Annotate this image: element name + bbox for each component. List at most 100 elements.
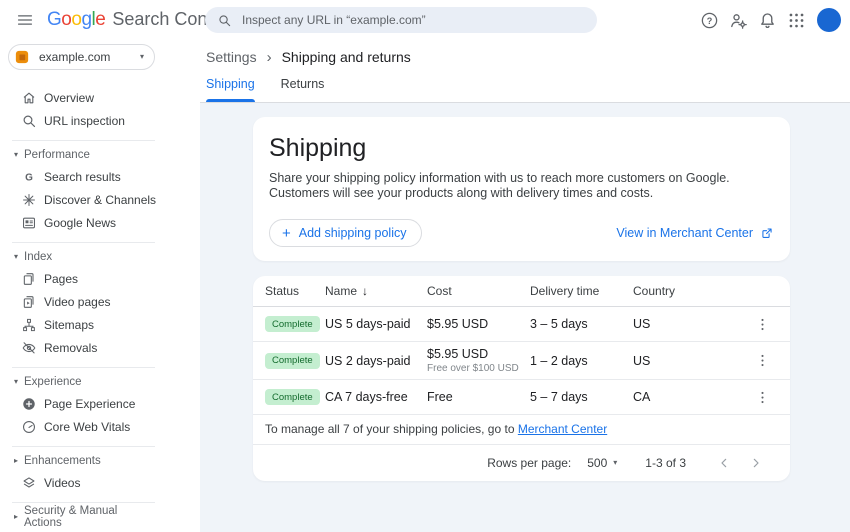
sidebar-section: ▾ Index Pages Video pages Sitemaps Removals [12, 242, 155, 367]
caret-down-icon: ▾ [14, 150, 19, 159]
row-menu-button[interactable] [750, 349, 774, 373]
policy-cost: $5.95 USD Free over $100 USD [427, 347, 530, 374]
sidebar-section-label: Experience [24, 376, 82, 388]
delivery-time: 5 – 7 days [530, 390, 588, 404]
notifications-icon[interactable] [754, 7, 780, 33]
sidebar-item-google-news[interactable]: Google News [0, 211, 200, 234]
column-label: Status [265, 284, 300, 298]
breadcrumb-settings[interactable]: Settings [206, 49, 257, 65]
news-icon [21, 215, 37, 231]
url-inspect-input[interactable] [242, 13, 585, 27]
sidebar-section-experience[interactable]: ▾ Experience [12, 372, 155, 392]
policy-name: CA 7 days-free [325, 390, 408, 404]
merchant-center-footer-link[interactable]: Merchant Center [518, 422, 607, 436]
property-selector[interactable]: example.com ▾ [8, 44, 155, 70]
tab-shipping[interactable]: Shipping [206, 74, 255, 102]
logo-letter: G [47, 9, 62, 30]
sidebar-item-page-experience[interactable]: Page Experience [0, 392, 200, 415]
svg-text:?: ? [706, 15, 712, 25]
sidebar-section-label: Performance [24, 149, 90, 161]
menu-icon[interactable] [12, 7, 38, 33]
table-row: Complete US 5 days-paid $5.95 USD 3 – 5 day… [253, 307, 790, 342]
breadcrumb: Settings › Shipping and returns [200, 40, 850, 74]
property-icon [14, 49, 30, 65]
card-actions: + Add shipping policy View in Merchant C… [269, 219, 774, 247]
policy-cost: Free [427, 390, 453, 404]
sidebar-item-discover-channels[interactable]: Discover & Channels [0, 188, 200, 211]
url-inspect-searchbar[interactable] [205, 7, 597, 33]
sidebar-section-enhancements[interactable]: ▸ Enhancements [12, 451, 155, 471]
row-menu-button[interactable] [750, 385, 774, 409]
sidebar-item-search-results[interactable]: G Search results [0, 165, 200, 188]
sidebar-section-index[interactable]: ▾ Index [12, 247, 155, 267]
description-line-1: Share your shipping policy information w… [269, 171, 730, 185]
table-pagination: Rows per page: 500 ▾ 1-3 of 3 [253, 445, 790, 481]
sitemaps-icon [21, 317, 37, 333]
shipping-card: Shipping Share your shipping policy info… [253, 117, 790, 261]
pagination-range: 1-3 of 3 [645, 456, 686, 470]
sidebar-item-overview[interactable]: Overview [0, 86, 200, 109]
page-title: Shipping [269, 134, 367, 162]
column-header-name[interactable]: Name ↓ [325, 284, 427, 298]
sidebar-section-label: Security & Manual Actions [24, 505, 118, 529]
add-shipping-policy-button[interactable]: + Add shipping policy [269, 219, 423, 247]
topbar-actions: ? [696, 0, 841, 40]
sidebar-section: ▸ Enhancements Videos [12, 446, 155, 502]
sidebar-item-pages[interactable]: Pages [0, 267, 200, 290]
column-header-country[interactable]: Country [633, 284, 750, 298]
home-icon [21, 90, 37, 106]
content-area: Shipping Share your shipping policy info… [200, 103, 850, 532]
rows-per-page-label: Rows per page: [487, 456, 572, 470]
table-footer-note: To manage all 7 of your shipping policie… [253, 415, 790, 445]
breadcrumb-current: Shipping and returns [281, 49, 411, 65]
sidebar-section-performance[interactable]: ▾ Performance [12, 145, 155, 165]
sidebar-section: ▾ Performance G Search results Discover & Ch… [12, 140, 156, 242]
sidebar-section: ▾ Experience Page Experience Core Web Vital… [12, 367, 155, 446]
column-header-cost[interactable]: Cost [427, 284, 530, 298]
sidebar-nav: Overview URL inspection ▾ Performance G Searc… [0, 82, 200, 532]
description-line-2: Customers will see your products along w… [269, 186, 654, 200]
column-header-status[interactable]: Status [265, 284, 325, 298]
country: US [633, 353, 651, 368]
logo-letter: o [61, 9, 72, 30]
sidebar-section-security-manual-actions[interactable]: ▸ Security & Manual Actions [12, 505, 155, 529]
status-badge: Complete [265, 389, 320, 406]
sidebar-section-label: Index [24, 251, 53, 263]
column-header-delivery-time[interactable]: Delivery time [530, 284, 633, 298]
tabs: Shipping Returns [200, 74, 850, 102]
shipping-description: Share your shipping policy information w… [269, 171, 774, 201]
table-header-row: Status Name ↓ Cost Delivery time Country [253, 276, 790, 307]
sidebar-item-removals[interactable]: Removals [0, 336, 200, 359]
tab-returns[interactable]: Returns [281, 74, 325, 102]
delivery-time: 3 – 5 days [530, 317, 588, 331]
row-menu-button[interactable] [750, 312, 774, 336]
view-in-merchant-center-link[interactable]: View in Merchant Center [616, 226, 774, 240]
pagination-next-button[interactable] [744, 451, 768, 475]
page-experience-icon [21, 396, 37, 412]
help-icon[interactable]: ? [696, 7, 722, 33]
rows-per-page-select[interactable]: 500 ▾ [587, 456, 617, 470]
apps-grid-icon[interactable] [783, 7, 809, 33]
manage-accounts-icon[interactable] [725, 7, 751, 33]
caret-right-icon: ▸ [14, 456, 19, 465]
pagination-prev-button[interactable] [712, 451, 736, 475]
cost-note: Free over $100 USD [427, 363, 519, 374]
search-icon [21, 113, 37, 129]
google-g-icon: G [21, 169, 37, 185]
column-label: Cost [427, 284, 452, 298]
column-label: Country [633, 284, 676, 298]
sidebar-item-label: Video pages [44, 294, 111, 309]
removals-icon [21, 340, 37, 356]
sidebar-item-sitemaps[interactable]: Sitemaps [0, 313, 200, 336]
sidebar-item-core-web-vitals[interactable]: Core Web Vitals [0, 415, 200, 438]
avatar[interactable] [817, 8, 841, 32]
sidebar-item-videos[interactable]: Videos [0, 471, 200, 494]
sidebar-item-url-inspection[interactable]: URL inspection [0, 109, 200, 132]
discover-icon [21, 192, 37, 208]
sidebar-item-label: Google News [44, 215, 117, 230]
sidebar-item-video-pages[interactable]: Video pages [0, 290, 200, 313]
status-badge: Complete [265, 316, 320, 333]
sidebar-item-label: Page Experience [44, 396, 136, 411]
sidebar-item-label: Pages [44, 271, 79, 286]
search-icon [217, 13, 232, 28]
